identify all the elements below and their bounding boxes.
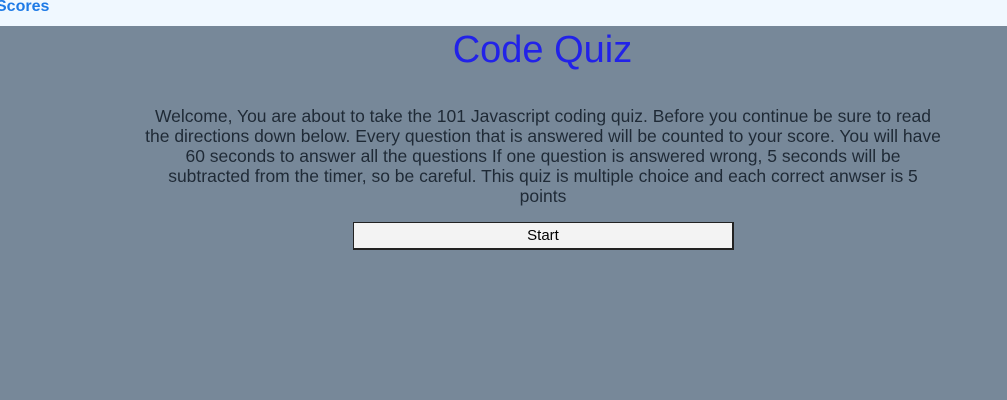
quiz-instructions: Welcome, You are about to take the 101 J…: [145, 106, 941, 206]
start-button[interactable]: Start: [353, 222, 734, 250]
page-title: Code Quiz: [452, 29, 633, 71]
view-scores-link[interactable]: Scores: [0, 0, 49, 16]
top-bar: Scores: [0, 0, 1007, 26]
